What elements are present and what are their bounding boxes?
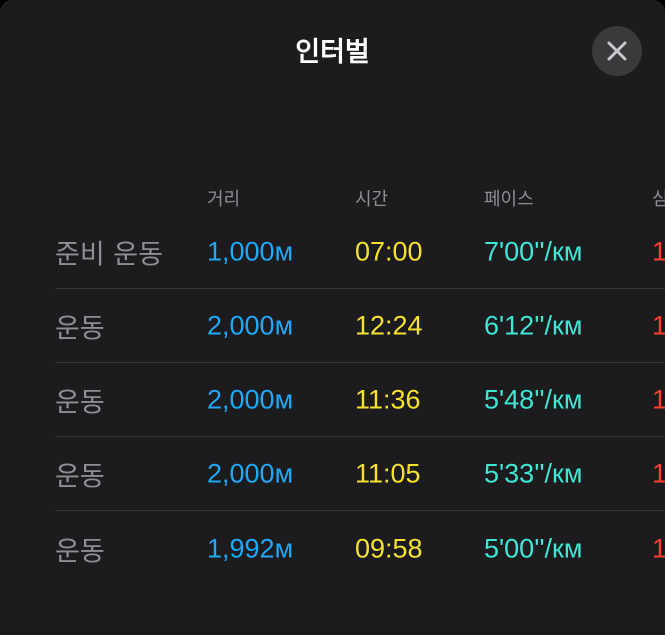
- row-pace: 5'00''/км: [484, 533, 583, 564]
- row-heart-rate: 1: [652, 310, 665, 341]
- row-distance: 2,000м: [207, 458, 294, 489]
- row-time: 07:00: [355, 236, 423, 267]
- row-label: 운동: [55, 536, 105, 568]
- table-row: 운동 1,992м 09:58 5'00''/км 1: [0, 512, 665, 586]
- row-heart-rate: 1: [652, 236, 665, 267]
- row-heart-rate: 1: [652, 384, 665, 415]
- row-time: 09:58: [355, 533, 423, 564]
- row-heart-rate: 1: [652, 533, 665, 564]
- row-label: 운동: [55, 461, 105, 493]
- row-distance: 1,000м: [207, 236, 294, 267]
- row-time: 12:24: [355, 310, 423, 341]
- row-pace: 5'33''/км: [484, 458, 583, 489]
- column-header-heart-rate: 심: [652, 189, 665, 210]
- interval-sheet: 인터벌 거리 시간 페이스 심 준비 운동 1,000м 07:00 7'00'…: [0, 0, 665, 635]
- row-time: 11:05: [355, 458, 421, 489]
- row-pace: 5'48''/км: [484, 384, 583, 415]
- row-heart-rate: 1: [652, 458, 665, 489]
- column-header-time: 시간: [355, 189, 389, 210]
- column-header-pace: 페이스: [484, 189, 534, 210]
- row-distance: 1,992м: [207, 533, 294, 564]
- close-button[interactable]: [592, 26, 642, 76]
- table-row: 운동 2,000м 11:36 5'48''/км 1: [0, 363, 665, 437]
- row-time: 11:36: [355, 384, 421, 415]
- table-row: 준비 운동 1,000м 07:00 7'00''/км 1: [0, 215, 665, 289]
- row-divider: [55, 510, 665, 511]
- table-row: 운동 2,000м 12:24 6'12''/км 1: [0, 289, 665, 363]
- table-row: 운동 2,000м 11:05 5'33''/км 1: [0, 437, 665, 511]
- row-pace: 6'12''/км: [484, 310, 583, 341]
- page-title: 인터벌: [295, 37, 370, 68]
- row-distance: 2,000м: [207, 310, 294, 341]
- row-label: 준비 운동: [55, 239, 163, 271]
- column-header-distance: 거리: [207, 189, 241, 210]
- close-icon: [607, 41, 627, 61]
- row-label: 운동: [55, 387, 105, 419]
- row-distance: 2,000м: [207, 384, 294, 415]
- row-pace: 7'00''/км: [484, 236, 583, 267]
- row-label: 운동: [55, 313, 105, 345]
